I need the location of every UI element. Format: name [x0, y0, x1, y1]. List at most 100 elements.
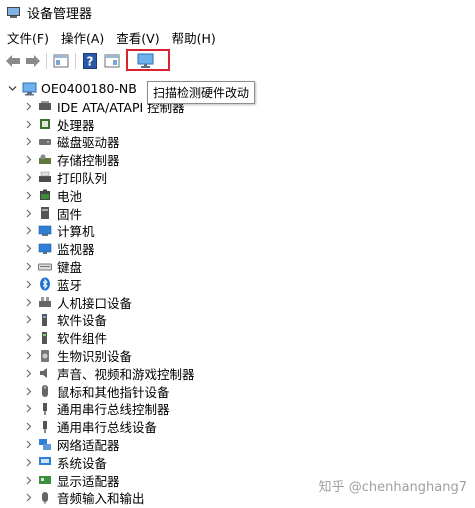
- chevron-right-icon[interactable]: [22, 154, 34, 166]
- chevron-right-icon[interactable]: [22, 296, 34, 308]
- firmware-icon: [38, 206, 52, 220]
- scan-button-highlight: [126, 49, 170, 71]
- computer-icon: [38, 224, 52, 238]
- chevron-right-icon[interactable]: [22, 421, 34, 433]
- tree-item[interactable]: 监视器: [22, 240, 95, 257]
- hid-icon: [38, 295, 52, 309]
- monitor-icon: [38, 242, 52, 256]
- processor-icon: [38, 117, 52, 131]
- chevron-right-icon[interactable]: [22, 403, 34, 415]
- toolbar-separator: [46, 53, 47, 69]
- menu-view[interactable]: 查看(V): [111, 28, 164, 47]
- tree-item[interactable]: 计算机: [22, 222, 95, 239]
- chevron-right-icon[interactable]: [22, 243, 34, 255]
- computer-name: OE0400180-NB: [41, 81, 137, 96]
- chevron-down-icon[interactable]: [6, 83, 18, 95]
- display-adapter-icon: [38, 473, 52, 487]
- tree-item-label: 系统设备: [57, 455, 108, 471]
- system-device-icon: [38, 455, 52, 469]
- tree-item[interactable]: 磁盘驱动器: [22, 133, 120, 150]
- tree-item[interactable]: 音频输入和输出: [22, 489, 145, 506]
- toolbar: ?: [0, 50, 475, 72]
- tree-item-label: 计算机: [57, 224, 95, 240]
- tree-item-label: 鼠标和其他指针设备: [57, 384, 170, 400]
- tree-item-label: 显示适配器: [57, 473, 120, 489]
- chevron-right-icon[interactable]: [22, 367, 34, 379]
- tree-item-label: 固件: [57, 206, 83, 222]
- menu-action[interactable]: 操作(A): [56, 28, 109, 47]
- chevron-right-icon[interactable]: [22, 474, 34, 486]
- properties-icon: [104, 54, 120, 68]
- menu-file[interactable]: 文件(F): [2, 28, 54, 47]
- tree-item-label: 打印队列: [57, 171, 108, 186]
- chevron-right-icon[interactable]: [22, 189, 34, 201]
- tree-item-label: 监视器: [57, 242, 95, 258]
- tree-item[interactable]: 人机接口设备: [22, 294, 132, 311]
- watermark: 知乎 @chenhanghang7: [318, 480, 467, 495]
- device-manager-icon: [7, 6, 20, 18]
- tree-item[interactable]: 系统设备: [22, 454, 107, 471]
- forward-button[interactable]: [24, 51, 42, 71]
- tree-item[interactable]: 鼠标和其他指针设备: [22, 383, 170, 400]
- tree-item-label: 网络适配器: [57, 438, 120, 453]
- usb-controller-icon: [38, 402, 52, 416]
- chevron-right-icon[interactable]: [22, 172, 34, 184]
- tree-item-label: 声音、视频和游戏控制器: [57, 366, 195, 382]
- chevron-right-icon[interactable]: [22, 225, 34, 237]
- tree-item[interactable]: 通用串行总线设备: [22, 418, 157, 435]
- tree-item[interactable]: 软件组件: [22, 329, 107, 346]
- chevron-right-icon[interactable]: [22, 439, 34, 451]
- tree-item[interactable]: 软件设备: [22, 311, 107, 328]
- tree-item-label: 键盘: [57, 260, 83, 275]
- tree-item[interactable]: 声音、视频和游戏控制器: [22, 365, 195, 382]
- tree-item-label: 软件设备: [57, 313, 108, 329]
- tree-item[interactable]: 网络适配器: [22, 436, 120, 453]
- forward-arrow-icon: [26, 55, 40, 67]
- chevron-right-icon[interactable]: [22, 278, 34, 290]
- disk-drive-icon: [38, 135, 52, 149]
- computer-icon: [22, 82, 37, 96]
- chevron-right-icon[interactable]: [22, 456, 34, 468]
- back-button[interactable]: [4, 51, 22, 71]
- sound-icon: [38, 366, 52, 380]
- usb-device-icon: [38, 420, 52, 434]
- tree-root[interactable]: OE0400180-NB: [6, 80, 137, 97]
- toolbar-separator: [75, 53, 76, 69]
- chevron-right-icon[interactable]: [22, 332, 34, 344]
- tree-item[interactable]: 处理器: [22, 116, 95, 133]
- tree-item[interactable]: 固件: [22, 205, 82, 222]
- tree-item[interactable]: 键盘: [22, 258, 82, 275]
- menu-help[interactable]: 帮助(H): [167, 28, 221, 47]
- software-component-icon: [38, 331, 52, 345]
- chevron-right-icon[interactable]: [22, 350, 34, 362]
- tree-item-label: 生物识别设备: [57, 349, 133, 364]
- tree-item[interactable]: 显示适配器: [22, 472, 120, 489]
- network-adapter-icon: [38, 438, 52, 452]
- back-arrow-icon: [6, 55, 20, 67]
- properties-button[interactable]: [102, 51, 122, 71]
- show-hide-console-tree-button[interactable]: [51, 51, 71, 71]
- chevron-right-icon[interactable]: [22, 385, 34, 397]
- tree-item-label: 音频输入和输出: [57, 491, 145, 507]
- tree-item[interactable]: 电池: [22, 187, 82, 204]
- ide-controller-icon: [38, 99, 52, 113]
- printer-icon: [38, 171, 52, 185]
- tree-item[interactable]: 蓝牙: [22, 276, 82, 293]
- console-tree-icon: [53, 54, 69, 68]
- tree-item[interactable]: 通用串行总线控制器: [22, 400, 170, 417]
- tree-item-label: 通用串行总线控制器: [57, 402, 170, 418]
- chevron-right-icon[interactable]: [22, 207, 34, 219]
- audio-io-icon: [38, 491, 52, 505]
- tree-item-label: 处理器: [57, 117, 95, 133]
- chevron-right-icon[interactable]: [22, 100, 34, 112]
- tree-item[interactable]: 打印队列: [22, 169, 107, 186]
- tree-item[interactable]: 存储控制器: [22, 151, 120, 168]
- chevron-right-icon[interactable]: [22, 492, 34, 504]
- chevron-right-icon[interactable]: [22, 136, 34, 148]
- tree-item[interactable]: 生物识别设备: [22, 347, 132, 364]
- chevron-right-icon[interactable]: [22, 261, 34, 273]
- chevron-right-icon[interactable]: [22, 314, 34, 326]
- tree-item-label: 存储控制器: [57, 153, 120, 169]
- help-button[interactable]: ?: [80, 51, 100, 71]
- chevron-right-icon[interactable]: [22, 118, 34, 130]
